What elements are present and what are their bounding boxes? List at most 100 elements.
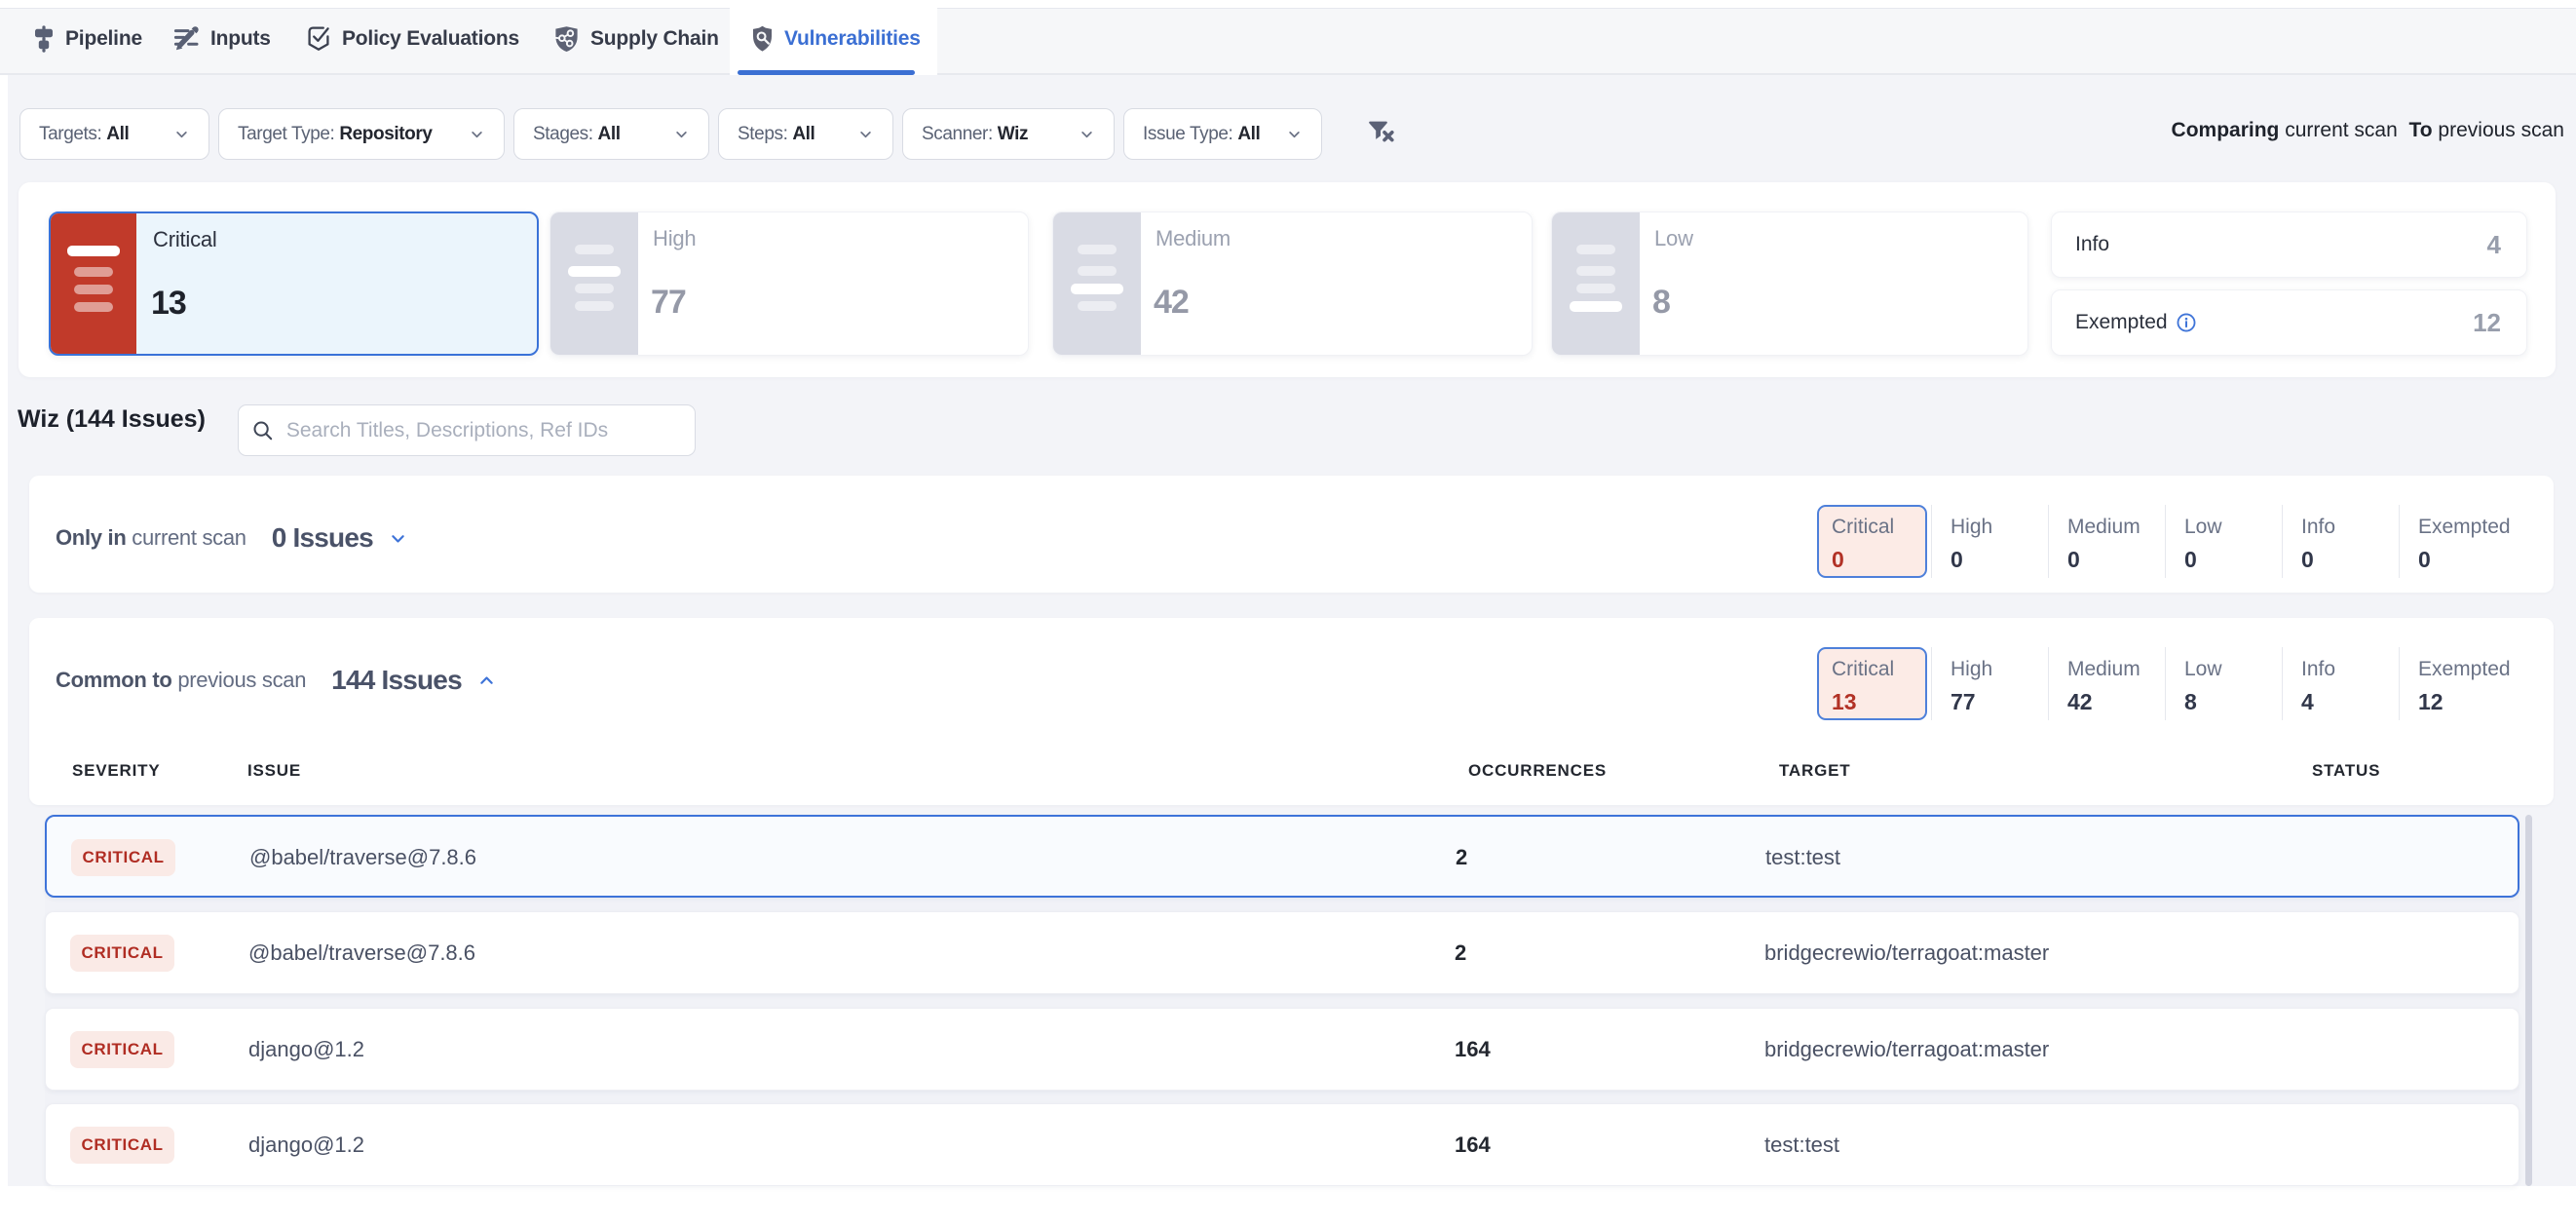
chip-separator	[2282, 505, 2283, 578]
chip-separator	[2282, 647, 2283, 720]
comparing-label: Comparing current scan To previous scan	[2172, 119, 2564, 142]
column-header-severity: SEVERITY	[72, 761, 160, 781]
severity-chip-high[interactable]: High0	[1951, 516, 2067, 573]
search-box[interactable]	[238, 404, 696, 456]
chip-label: Medium	[2067, 516, 2184, 539]
severity-card-count: 42	[1154, 284, 1189, 322]
severity-chip-low[interactable]: Low8	[2184, 658, 2301, 715]
severity-chip-critical[interactable]: Critical13	[1817, 647, 1927, 720]
chip-value: 42	[2067, 689, 2184, 715]
severity-level-icon	[550, 212, 638, 355]
severity-card-title: Critical	[153, 227, 217, 252]
filter-value-text: Repository	[339, 124, 432, 144]
search-input[interactable]	[286, 419, 679, 442]
severity-chip-critical[interactable]: Critical0	[1817, 505, 1927, 578]
search-icon	[251, 418, 275, 443]
tab-pipeline[interactable]: Pipeline	[34, 3, 142, 75]
severity-chip-high[interactable]: High77	[1951, 658, 2067, 715]
filter-label-text: Target Type:	[238, 124, 334, 144]
tab-inputs[interactable]: Inputs	[173, 3, 271, 75]
tab-pipeline-label: Pipeline	[65, 27, 142, 51]
exempted-card[interactable]: Exempted 12	[2051, 289, 2527, 356]
chip-label: Low	[2184, 516, 2301, 539]
severity-bar-active	[568, 266, 621, 277]
filter-label-text: Steps:	[738, 124, 787, 144]
filter-stages[interactable]: Stages: All	[513, 108, 709, 160]
tab-supply-chain[interactable]: Supply Chain	[554, 3, 719, 75]
severity-chip-info[interactable]: Info4	[2301, 658, 2418, 715]
tab-policy-evaluations[interactable]: Policy Evaluations	[307, 3, 519, 75]
issue-row[interactable]: CRITICAL @babel/traverse@7.8.6 2 test:te…	[45, 815, 2519, 898]
filter-steps[interactable]: Steps: All	[718, 108, 893, 160]
scrollbar-thumb[interactable]	[2525, 815, 2532, 1186]
severity-chip-exempted[interactable]: Exempted12	[2418, 658, 2535, 715]
chip-value: 8	[2184, 689, 2301, 715]
chevron-down-icon	[172, 125, 191, 143]
severity-card-title: Low	[1654, 226, 1693, 251]
info-card[interactable]: Info 4	[2051, 211, 2527, 278]
clear-filters-icon[interactable]	[1368, 120, 1395, 145]
filter-label-text: Stages:	[533, 124, 593, 144]
chip-value: 12	[2418, 689, 2535, 715]
severity-bar	[575, 245, 614, 254]
severity-chip-medium[interactable]: Medium0	[2067, 516, 2184, 573]
scanner-heading: Wiz (144 Issues)	[18, 405, 206, 434]
chip-value: 0	[2418, 547, 2535, 573]
chevron-up-icon[interactable]	[477, 672, 496, 690]
severity-chip-info[interactable]: Info 0	[2301, 516, 2418, 573]
chip-label: Exempted	[2418, 516, 2535, 539]
severity-badge: CRITICAL	[71, 839, 175, 876]
vulnerabilities-page: Pipeline Inputs Policy Evaluations	[0, 0, 2576, 1228]
bottom-area	[0, 1186, 2576, 1228]
chip-label: Critical	[1832, 516, 1925, 539]
filter-target-type-label: Target Type: Repository	[238, 124, 433, 145]
target-value: test:test	[1765, 845, 1840, 870]
chip-separator	[2165, 647, 2166, 720]
severity-bar	[74, 267, 113, 277]
occurrences-value: 2	[1455, 940, 1466, 966]
chip-separator	[2399, 647, 2400, 720]
column-header-target: TARGET	[1779, 761, 1850, 781]
filter-value-text: All	[792, 124, 814, 144]
severity-bar	[1576, 245, 1615, 254]
common-to-previous-scan-header[interactable]: Common to previous scan 144 Issues	[56, 665, 496, 696]
chip-label: Info	[2301, 516, 2418, 539]
severity-bar	[74, 302, 113, 312]
severity-chip-exempted[interactable]: Exempted 0	[2418, 516, 2535, 573]
exempted-card-count: 12	[2473, 308, 2501, 338]
issue-name: @babel/traverse@7.8.6	[249, 845, 476, 870]
severity-card-medium[interactable]: Medium 42	[1052, 211, 1533, 356]
comparing-scan-text: current scan	[2285, 119, 2398, 141]
severity-chip-medium[interactable]: Medium42	[2067, 658, 2184, 715]
inputs-icon	[173, 24, 199, 54]
tab-vulnerabilities[interactable]: Vulnerabilities	[752, 3, 921, 75]
target-value: bridgecrewio/terragoat:master	[1764, 940, 2049, 966]
filter-issue-type[interactable]: Issue Type: All	[1123, 108, 1322, 160]
filter-targets[interactable]: Targets: All	[19, 108, 209, 160]
severity-bar	[1078, 301, 1117, 311]
issue-row[interactable]: CRITICAL django@1.2 164 bridgecrewio/ter…	[45, 1008, 2519, 1091]
severity-card-high[interactable]: High 77	[549, 211, 1029, 356]
filter-target-type[interactable]: Target Type: Repository	[218, 108, 505, 160]
issue-row[interactable]: CRITICAL django@1.2 164 test:test	[45, 1103, 2519, 1186]
severity-bar	[74, 285, 113, 294]
issue-row[interactable]: CRITICAL @babel/traverse@7.8.6 2 bridgec…	[45, 911, 2519, 994]
chip-value: 0	[2301, 547, 2418, 573]
severity-chip-low[interactable]: Low0	[2184, 516, 2301, 573]
chevron-down-icon	[1078, 125, 1096, 143]
severity-card-low[interactable]: Low 8	[1551, 211, 2028, 356]
section-issue-count: 144 Issues	[331, 665, 462, 696]
chip-label: Info	[2301, 658, 2418, 681]
filter-scanner[interactable]: Scanner: Wiz	[902, 108, 1115, 160]
severity-card-critical[interactable]: Critical 13	[49, 211, 539, 356]
severity-bar-active	[1071, 284, 1123, 294]
severity-badge: CRITICAL	[70, 935, 174, 972]
section-title-rest: current scan	[126, 525, 246, 550]
chip-separator	[2048, 505, 2049, 578]
chip-value: 0	[1951, 547, 2067, 573]
only-in-current-scan-header[interactable]: Only in current scan 0 Issues	[56, 522, 407, 554]
section-issue-count: 0 Issues	[272, 522, 373, 554]
vulnerabilities-icon	[752, 25, 773, 54]
chip-separator	[2399, 505, 2400, 578]
chevron-down-icon[interactable]	[389, 529, 407, 548]
